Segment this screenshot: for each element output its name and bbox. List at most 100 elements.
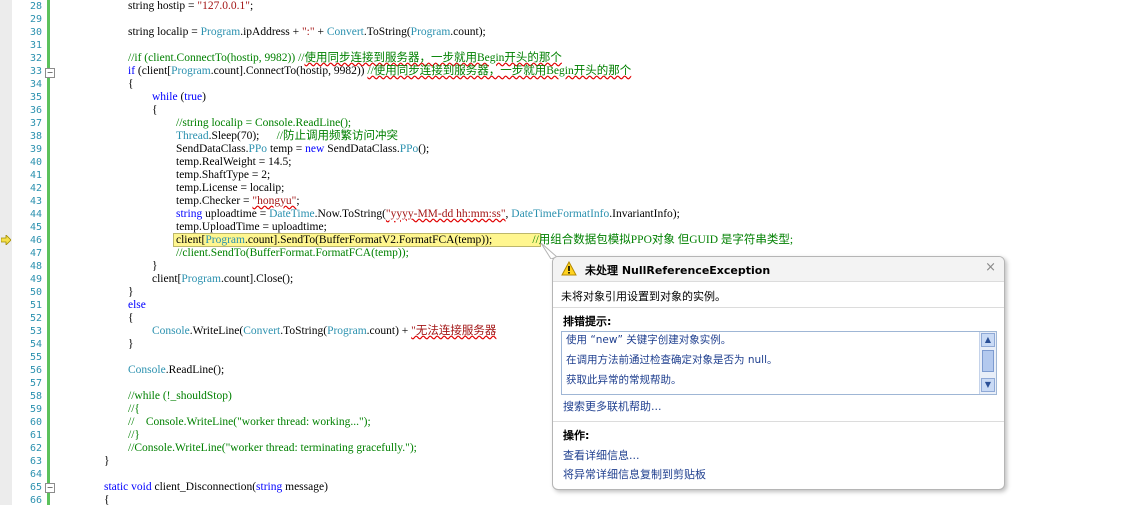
search-online-help-link[interactable]: 搜索更多联机帮助... — [563, 398, 662, 414]
scroll-down-icon[interactable]: ▼ — [981, 378, 995, 392]
code-line[interactable]: //} — [128, 429, 140, 442]
code-line[interactable]: //Console.WriteLine("worker thread: term… — [128, 442, 417, 455]
code-token: "hongyu" — [252, 195, 297, 207]
line-number: 50 — [29, 287, 42, 298]
code-line[interactable]: string localip = Program.ipAddress + ":"… — [128, 26, 486, 39]
code-line[interactable]: temp.UploadTime = uploadtime; — [176, 221, 327, 234]
code-token: .ReadLine(); — [165, 364, 225, 376]
code-line[interactable]: temp.ShaftType = 2; — [176, 169, 270, 182]
copy-details-link[interactable]: 将异常详细信息复制到剪贴板 — [563, 466, 706, 482]
current-statement-arrow-icon[interactable] — [1, 235, 11, 245]
code-token: Program — [200, 26, 241, 38]
code-token: { — [128, 78, 134, 90]
code-line[interactable]: //client.SendTo(BufferFormat.FormatFCA(t… — [176, 247, 409, 260]
code-line[interactable]: client[Program.count].Close(); — [152, 273, 293, 286]
divider — [553, 421, 1004, 422]
code-line[interactable]: //if (client.ConnectTo(hostip, 9982)) //… — [128, 52, 562, 65]
line-number: 31 — [29, 40, 42, 51]
code-line[interactable]: { — [152, 104, 158, 117]
collapse-toggle-icon[interactable]: − — [45, 68, 55, 78]
line-number: 56 — [29, 365, 42, 376]
exception-message: 未将对象引用设置到对象的实例。 — [561, 290, 726, 303]
code-line[interactable]: string uploadtime = DateTime.Now.ToStrin… — [176, 208, 680, 221]
tip-link[interactable]: 在调用方法前通过检查确定对象是否为 null。 — [566, 352, 777, 367]
scroll-thumb[interactable] — [982, 350, 994, 372]
tip-link[interactable]: 获取此异常的常规帮助。 — [566, 372, 682, 387]
code-line[interactable]: //{ — [128, 403, 140, 416]
code-token: Program — [327, 325, 367, 337]
code-token: //} — [128, 429, 140, 441]
tip-link[interactable]: 使用 “new” 关键字创建对象实例。 — [566, 332, 731, 347]
code-line[interactable]: // Console.WriteLine("worker thread: wor… — [128, 416, 371, 429]
code-token: string hostip = — [128, 0, 198, 12]
code-token: string — [256, 481, 283, 493]
code-token: .ToString( — [363, 26, 411, 38]
code-token: string localip = — [128, 26, 201, 38]
code-line[interactable]: static void client_Disconnection(string … — [104, 481, 328, 494]
code-token: //string localip = Console.ReadLine(); — [176, 117, 352, 129]
code-line[interactable]: if (client[Program.count].ConnectTo(host… — [128, 65, 631, 78]
code-line[interactable]: //string localip = Console.ReadLine(); — [176, 117, 351, 130]
line-number: 49 — [29, 274, 42, 285]
collapse-toggle-icon[interactable]: − — [45, 483, 55, 493]
code-line[interactable]: } — [152, 260, 158, 273]
line-number: 55 — [29, 352, 42, 363]
code-token: //防止调用频繁访问冲突 — [276, 130, 398, 142]
code-line[interactable]: //while (!_shouldStop) — [128, 390, 232, 403]
line-number: 54 — [29, 339, 42, 350]
code-token: ) — [202, 91, 207, 103]
code-line[interactable]: while (true) — [152, 91, 206, 104]
code-token: //用组合数据包模拟PPO对象 但GUID 是字符串类型; — [492, 234, 794, 246]
code-token: //if (client.ConnectTo(hostip, 9982)) // — [128, 52, 305, 64]
code-line[interactable]: Thread.Sleep(70); //防止调用频繁访问冲突 — [176, 130, 398, 143]
popup-title: 未处理 NullReferenceException — [585, 264, 771, 277]
line-number: 35 — [29, 92, 42, 103]
code-token: Convert — [326, 26, 364, 38]
code-line[interactable]: temp.RealWeight = 14.5; — [176, 156, 291, 169]
code-line[interactable]: client[Program.count].SendTo(BufferForma… — [176, 234, 793, 247]
code-token: ; — [249, 0, 254, 12]
code-token: //使用同步连接到服务器，一步就用Begin开头的那个 — [367, 65, 632, 77]
code-token: SendDataClass. — [176, 143, 249, 155]
code-line[interactable]: { — [104, 494, 110, 507]
warning-icon — [561, 261, 577, 276]
code-token: Console — [128, 364, 166, 376]
code-line[interactable]: } — [128, 338, 134, 351]
code-token: Program — [205, 234, 245, 246]
code-line[interactable]: else — [128, 299, 146, 312]
code-token: Convert — [243, 325, 281, 337]
code-token: client[ — [176, 234, 206, 246]
indicator-margin[interactable] — [0, 0, 12, 505]
code-token: Program — [171, 65, 211, 77]
view-details-link[interactable]: 查看详细信息... — [563, 447, 640, 463]
code-token: .Sleep(70); — [208, 130, 277, 142]
line-number: 43 — [29, 196, 42, 207]
code-token: { — [128, 312, 134, 324]
code-line[interactable]: { — [128, 312, 134, 325]
code-line[interactable]: temp.Checker = "hongyu"; — [176, 195, 300, 208]
code-line[interactable]: } — [128, 286, 134, 299]
code-line[interactable]: string hostip = "127.0.0.1"; — [128, 0, 253, 13]
code-line[interactable]: temp.License = localip; — [176, 182, 284, 195]
code-line[interactable]: Console.WriteLine(Convert.ToString(Progr… — [152, 325, 496, 338]
code-line[interactable]: { — [128, 78, 134, 91]
line-number: 58 — [29, 391, 42, 402]
tips-scrollbar[interactable]: ▲ ▼ — [979, 332, 996, 394]
code-line[interactable]: SendDataClass.PPo temp = new SendDataCla… — [176, 143, 429, 156]
code-line[interactable]: } — [104, 455, 110, 468]
line-number: 59 — [29, 404, 42, 415]
line-number: 40 — [29, 157, 42, 168]
code-token: // Console.WriteLine("worker thread: wor… — [128, 416, 371, 428]
code-token: void — [131, 481, 152, 493]
code-token: .ToString( — [280, 325, 328, 337]
scroll-up-icon[interactable]: ▲ — [981, 333, 995, 347]
code-token: //{ — [128, 403, 140, 415]
troubleshooting-tips-list[interactable]: 使用 “new” 关键字创建对象实例。 在调用方法前通过检查确定对象是否为 nu… — [561, 331, 997, 395]
code-token: SendDataClass. — [324, 143, 400, 155]
code-token: } — [104, 455, 110, 467]
code-token: message) — [282, 481, 328, 493]
close-icon[interactable]: × — [985, 260, 996, 275]
code-token: //client.SendTo(BufferFormat.FormatFCA(t… — [176, 247, 409, 259]
code-token: true — [184, 91, 203, 103]
code-line[interactable]: Console.ReadLine(); — [128, 364, 224, 377]
